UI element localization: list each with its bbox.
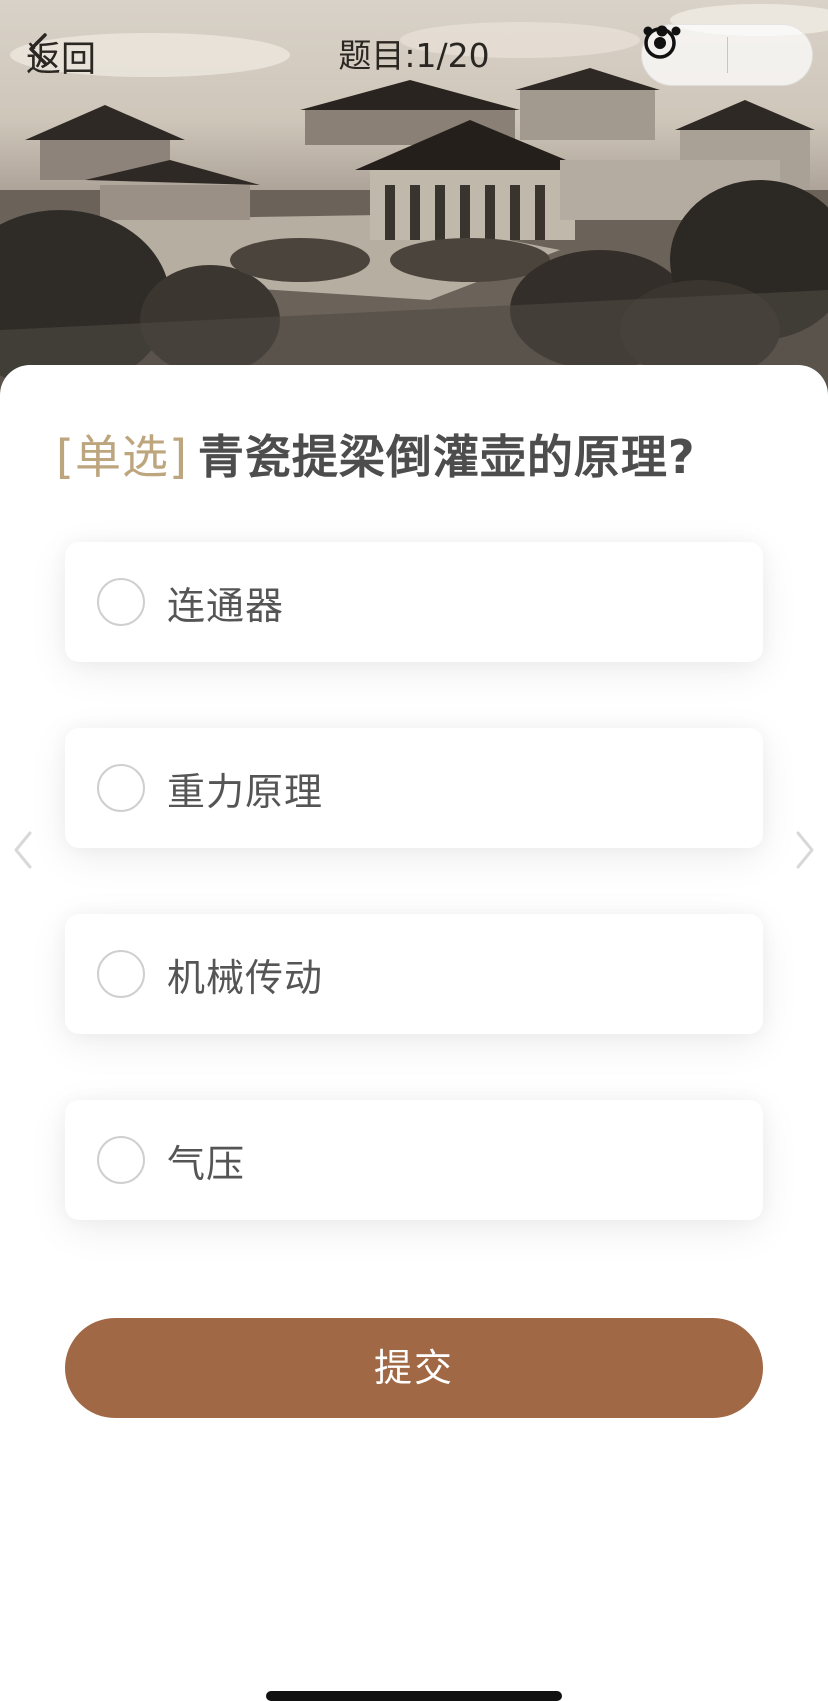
option-3[interactable]: 机械传动 [65,914,763,1034]
home-indicator [266,1691,562,1701]
radio-button[interactable] [97,578,145,626]
chevron-right-icon [796,831,814,869]
close-miniprogram-button[interactable] [644,24,812,86]
hero-banner-image: 返回 题目:1/20 [0,0,828,400]
option-2[interactable]: 重力原理 [65,728,763,848]
radio-button[interactable] [97,764,145,812]
radio-button[interactable] [97,950,145,998]
navigation-bar: 返回 题目:1/20 [0,0,828,110]
radio-button[interactable] [97,1136,145,1184]
option-label: 机械传动 [167,955,324,1000]
next-question-button[interactable] [790,825,820,875]
option-label: 重力原理 [167,769,324,814]
option-label: 连通器 [167,583,285,628]
prev-question-button[interactable] [8,825,38,875]
question-card: [单选] 青瓷提梁倒灌壶的原理? 连通器 重力原理 机械传动 气压 提交 [0,365,828,1699]
miniprogram-capsule [641,24,813,86]
option-label: 气压 [167,1141,246,1186]
submit-button[interactable]: 提交 [65,1318,763,1418]
option-4[interactable]: 气压 [65,1100,763,1220]
option-1[interactable]: 连通器 [65,542,763,662]
chevron-left-icon [14,831,32,869]
question-type-tag: [单选] [56,430,188,484]
target-circle-icon [644,27,676,59]
question-heading: [单选] 青瓷提梁倒灌壶的原理? [56,425,786,489]
question-text: 青瓷提梁倒灌壶的原理? [197,430,696,484]
